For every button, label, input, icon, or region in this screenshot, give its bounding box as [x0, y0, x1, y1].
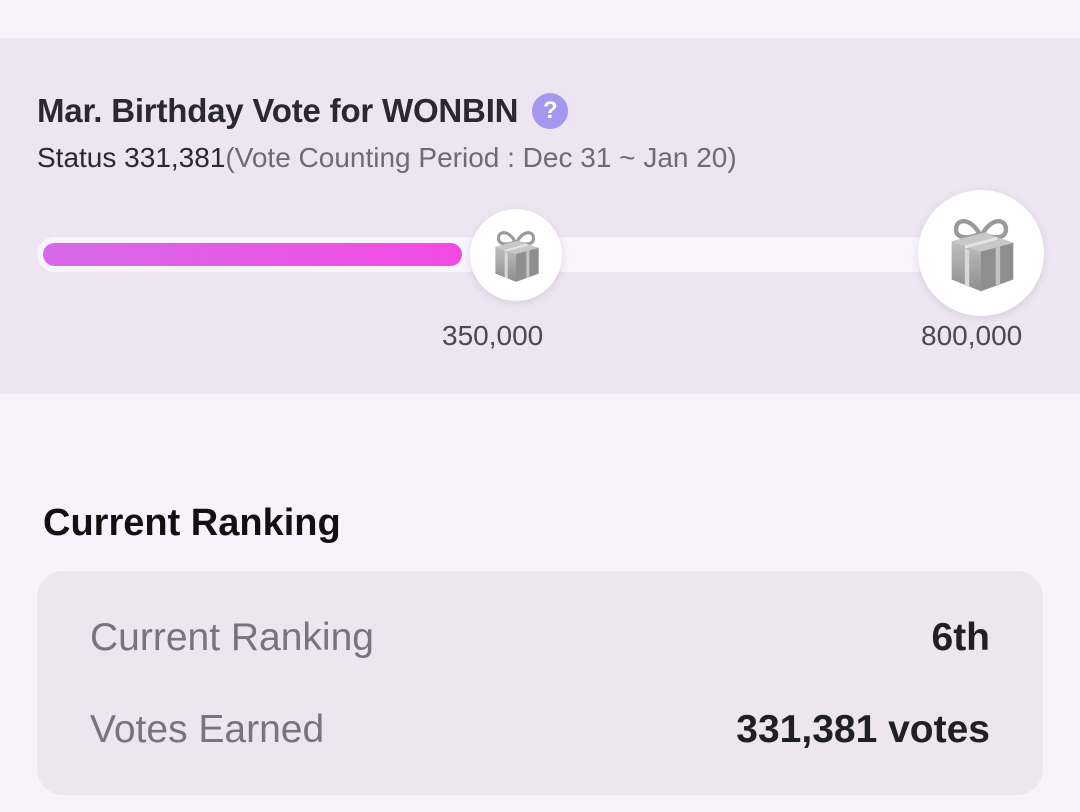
milestone-2-gift[interactable] — [918, 190, 1044, 316]
status-label: Status — [37, 142, 117, 173]
vote-counting-period: (Vote Counting Period : Dec 31 ~ Jan 20) — [225, 142, 737, 173]
votes-earned-value: 331,381 votes — [736, 708, 990, 751]
status-value: 331,381 — [124, 142, 226, 173]
ranking-row-votes-earned: Votes Earned 331,381 votes — [90, 705, 990, 755]
vote-progress-fill — [43, 243, 463, 266]
current-ranking-label: Current Ranking — [90, 616, 374, 659]
current-ranking-heading: Current Ranking — [43, 502, 341, 544]
question-icon[interactable]: ? — [532, 93, 569, 129]
ranking-row-current-ranking: Current Ranking 6th — [90, 613, 990, 663]
milestone-2-label: 800,000 — [921, 320, 1023, 351]
vote-title: Mar. Birthday Vote for WONBIN — [37, 92, 519, 129]
vote-status-line: Status 331,381(Vote Counting Period : De… — [37, 142, 737, 174]
gift-icon — [495, 231, 539, 282]
gift-icon — [951, 219, 1014, 292]
vote-title-row: Mar. Birthday Vote for WONBIN ? — [37, 88, 569, 134]
milestone-1-label: 350,000 — [442, 320, 544, 351]
votes-earned-label: Votes Earned — [90, 708, 325, 751]
milestone-1-gift[interactable] — [470, 209, 562, 301]
ranking-card: Current Ranking 6th Votes Earned 331,381… — [37, 571, 1043, 795]
current-ranking-value: 6th — [931, 616, 991, 659]
